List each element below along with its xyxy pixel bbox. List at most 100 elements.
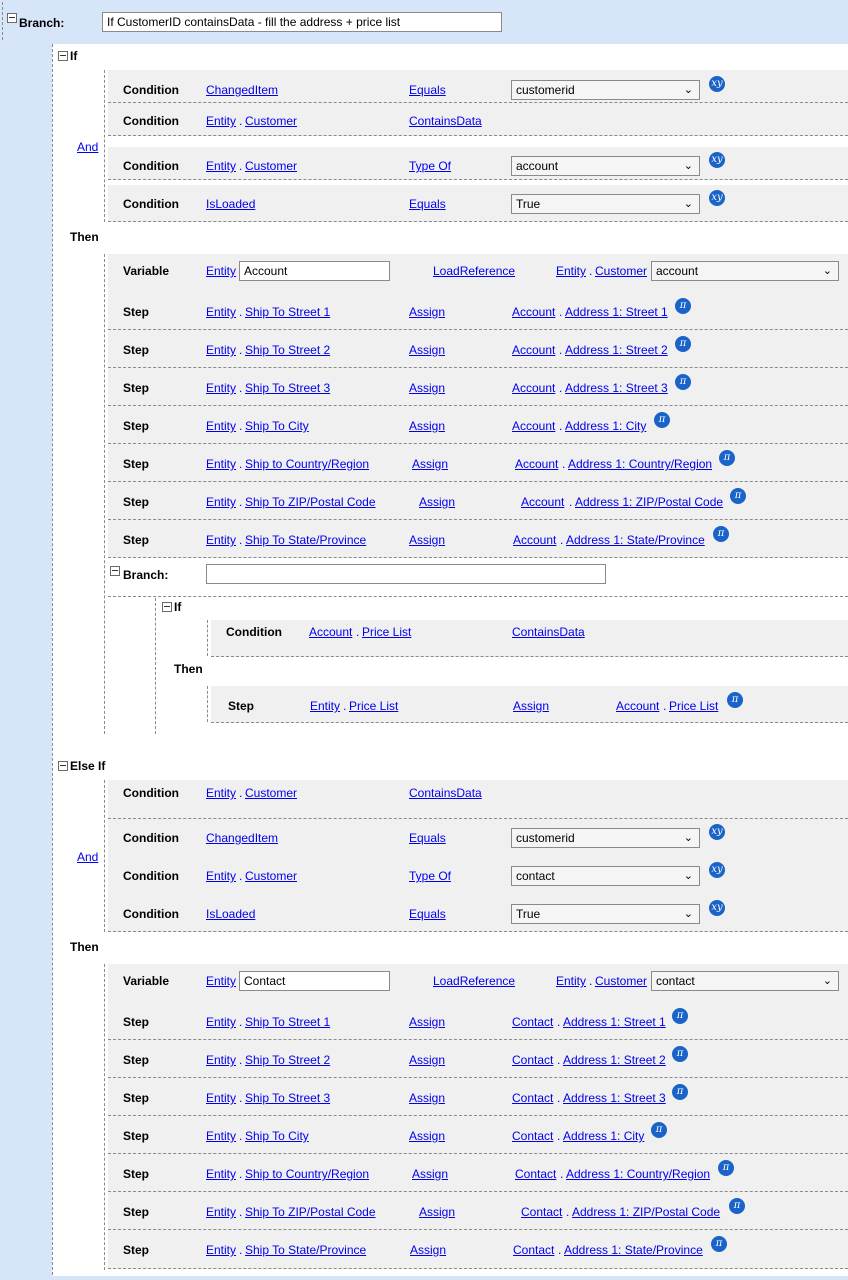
operator-link[interactable]: Equals <box>409 197 446 211</box>
xy-variable-icon[interactable]: xy <box>709 862 725 878</box>
pi-formula-icon[interactable]: π <box>672 1046 688 1062</box>
operator-link[interactable]: Equals <box>409 907 446 921</box>
operator-link[interactable]: Assign <box>409 533 445 547</box>
operator-link[interactable]: Assign <box>409 343 445 357</box>
operator-link[interactable]: Type Of <box>409 869 451 883</box>
field-link[interactable]: Ship To Street 1 <box>245 1015 330 1029</box>
entity-link[interactable]: Contact <box>512 1015 553 1029</box>
operator-link[interactable]: Equals <box>409 831 446 845</box>
entity-link[interactable]: Contact <box>512 1053 553 1067</box>
collapse-toggle-icon[interactable] <box>162 602 172 612</box>
entity-link[interactable]: Entity <box>206 457 236 471</box>
entity-link[interactable]: Entity <box>206 786 236 800</box>
pi-formula-icon[interactable]: π <box>730 488 746 504</box>
field-link[interactable]: Customer <box>245 114 297 128</box>
field-link[interactable]: Ship To Street 3 <box>245 1091 330 1105</box>
field-link[interactable]: ChangedItem <box>206 831 278 845</box>
operator-link[interactable]: Assign <box>409 1015 445 1029</box>
field-link[interactable]: Ship To ZIP/Postal Code <box>245 1205 376 1219</box>
entity-link[interactable]: Entity <box>206 114 236 128</box>
value-select[interactable]: account ⌄ <box>511 156 700 176</box>
entity-link[interactable]: Account <box>512 381 555 395</box>
field-link[interactable]: Ship To City <box>245 1129 309 1143</box>
operator-link[interactable]: Assign <box>410 1243 446 1257</box>
pi-formula-icon[interactable]: π <box>727 692 743 708</box>
field-link[interactable]: Address 1: City <box>565 419 646 433</box>
field-link[interactable]: IsLoaded <box>206 197 255 211</box>
field-link[interactable]: Ship To Street 2 <box>245 1053 330 1067</box>
operator-link[interactable]: Assign <box>419 495 455 509</box>
pi-formula-icon[interactable]: π <box>672 1008 688 1024</box>
operator-link[interactable]: ContainsData <box>409 786 482 800</box>
collapse-toggle-icon[interactable] <box>58 761 68 771</box>
field-link[interactable]: Ship to Country/Region <box>245 457 369 471</box>
entity-link[interactable]: Account <box>309 625 352 639</box>
pi-formula-icon[interactable]: π <box>672 1084 688 1100</box>
field-link[interactable]: Address 1: State/Province <box>566 533 705 547</box>
xy-variable-icon[interactable]: xy <box>709 900 725 916</box>
xy-variable-icon[interactable]: xy <box>709 76 725 92</box>
pi-formula-icon[interactable]: π <box>675 298 691 314</box>
field-link[interactable]: Ship To State/Province <box>245 533 366 547</box>
field-link[interactable]: Customer <box>245 786 297 800</box>
operator-link[interactable]: Equals <box>409 83 446 97</box>
pi-formula-icon[interactable]: π <box>713 526 729 542</box>
operator-link[interactable]: Assign <box>409 381 445 395</box>
operator-link[interactable]: Assign <box>409 1091 445 1105</box>
entity-link[interactable]: Entity <box>206 343 236 357</box>
entity-link[interactable]: Entity <box>206 533 236 547</box>
field-link[interactable]: Address 1: Country/Region <box>568 457 712 471</box>
field-link[interactable]: Ship to Country/Region <box>245 1167 369 1181</box>
entity-link[interactable]: Entity <box>206 264 236 278</box>
entity-link[interactable]: Account <box>515 457 558 471</box>
value-select[interactable]: True ⌄ <box>511 194 700 214</box>
field-link[interactable]: Customer <box>595 264 647 278</box>
entity-link[interactable]: Entity <box>206 495 236 509</box>
entity-link[interactable]: Contact <box>512 1129 553 1143</box>
value-select[interactable]: account ⌄ <box>651 261 839 281</box>
field-link[interactable]: Customer <box>245 159 297 173</box>
operator-link[interactable]: Assign <box>409 1053 445 1067</box>
operator-link[interactable]: Assign <box>513 699 549 713</box>
entity-link[interactable]: Entity <box>206 1015 236 1029</box>
field-link[interactable]: Address 1: Street 1 <box>565 305 668 319</box>
operator-link[interactable]: Assign <box>412 457 448 471</box>
entity-link[interactable]: Entity <box>556 974 586 988</box>
variable-name-input[interactable]: Contact <box>239 971 390 991</box>
field-link[interactable]: Ship To Street 2 <box>245 343 330 357</box>
field-link[interactable]: Address 1: ZIP/Postal Code <box>572 1205 720 1219</box>
field-link[interactable]: Address 1: Country/Region <box>566 1167 710 1181</box>
entity-link[interactable]: Contact <box>512 1091 553 1105</box>
value-select[interactable]: True ⌄ <box>511 904 700 924</box>
entity-link[interactable]: Entity <box>206 869 236 883</box>
variable-name-input[interactable]: Account <box>239 261 390 281</box>
pi-formula-icon[interactable]: π <box>719 450 735 466</box>
field-link[interactable]: Address 1: Street 3 <box>565 381 668 395</box>
and-link[interactable]: And <box>77 140 98 154</box>
entity-link[interactable]: Entity <box>206 419 236 433</box>
operator-link[interactable]: Assign <box>409 419 445 433</box>
pi-formula-icon[interactable]: π <box>675 374 691 390</box>
field-link[interactable]: Ship To ZIP/Postal Code <box>245 495 376 509</box>
field-link[interactable]: Customer <box>245 869 297 883</box>
pi-formula-icon[interactable]: π <box>654 412 670 428</box>
entity-link[interactable]: Entity <box>310 699 340 713</box>
entity-link[interactable]: Account <box>512 419 555 433</box>
operator-link[interactable]: Type Of <box>409 159 451 173</box>
entity-link[interactable]: Contact <box>513 1243 554 1257</box>
field-link[interactable]: Ship To Street 1 <box>245 305 330 319</box>
field-link[interactable]: Address 1: ZIP/Postal Code <box>575 495 723 509</box>
field-link[interactable]: IsLoaded <box>206 907 255 921</box>
entity-link[interactable]: Entity <box>556 264 586 278</box>
entity-link[interactable]: Account <box>512 343 555 357</box>
value-select[interactable]: customerid ⌄ <box>511 80 700 100</box>
operator-link[interactable]: Assign <box>419 1205 455 1219</box>
field-link[interactable]: Price List <box>349 699 398 713</box>
value-select[interactable]: contact ⌄ <box>651 971 839 991</box>
operator-link[interactable]: ContainsData <box>409 114 482 128</box>
and-link[interactable]: And <box>77 850 98 864</box>
field-link[interactable]: Address 1: Street 1 <box>563 1015 666 1029</box>
field-link[interactable]: Ship To Street 3 <box>245 381 330 395</box>
pi-formula-icon[interactable]: π <box>651 1122 667 1138</box>
operator-link[interactable]: Assign <box>412 1167 448 1181</box>
